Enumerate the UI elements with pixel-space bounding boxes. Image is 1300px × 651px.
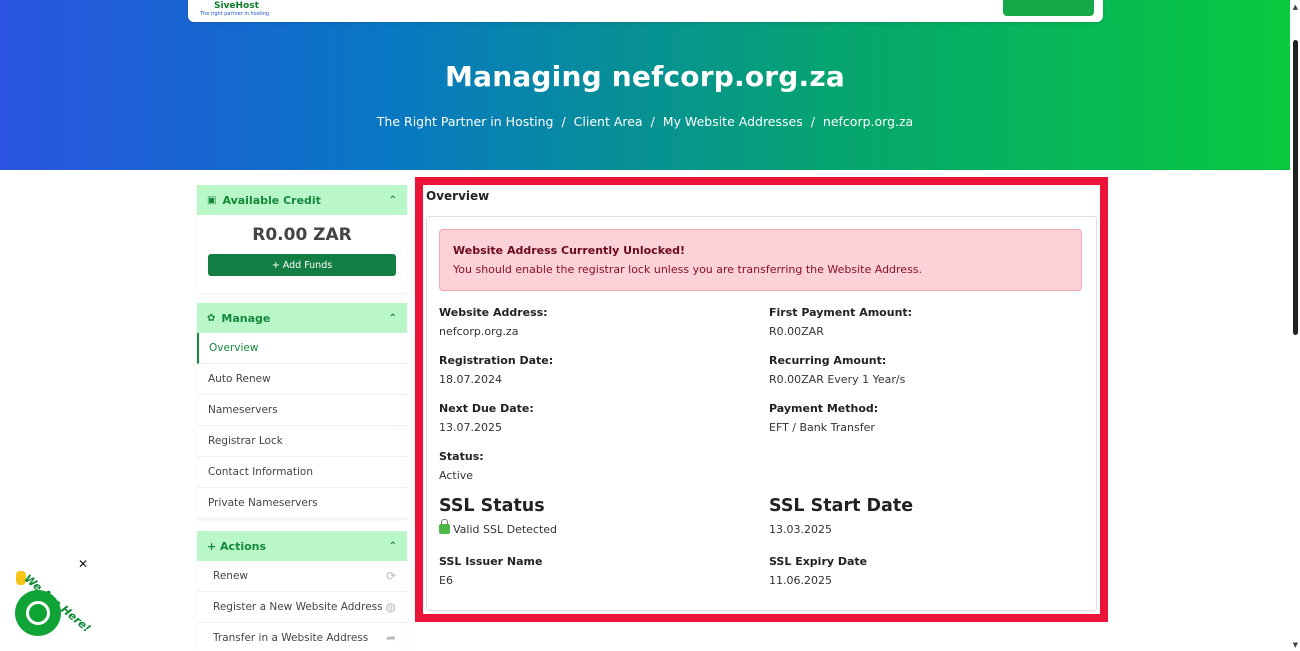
ssl-start-label: SSL Start Date — [769, 496, 914, 516]
ssl-status-label: SSL Status — [439, 496, 545, 516]
scroll-up-icon[interactable]: ▲ — [1293, 3, 1298, 11]
page-scrollbar[interactable]: ▲ ▼ — [1290, 0, 1300, 651]
breadcrumb-website-addresses[interactable]: My Website Addresses — [663, 114, 803, 129]
overview-card: Website Address Currently Unlocked! You … — [426, 216, 1097, 611]
chat-button[interactable] — [15, 590, 61, 636]
status-field: Status: Active — [439, 450, 484, 482]
sidebar-item-registrar-lock[interactable]: Registrar Lock — [197, 426, 407, 457]
field-label: Website Address: — [439, 306, 548, 319]
field-label: Recurring Amount: — [769, 354, 887, 367]
manage-panel-header[interactable]: ✿ Manage ⌃ — [197, 303, 407, 333]
ssl-status-value: Valid SSL Detected — [439, 519, 558, 536]
registration-date-field: Registration Date: 18.07.2024 — [439, 354, 553, 386]
ssl-start-value: 13.03.2025 — [769, 523, 832, 536]
first-payment-field: First Payment Amount: R0.00ZAR — [769, 306, 912, 338]
add-funds-button[interactable]: + Add Funds — [208, 254, 396, 276]
field-value: nefcorp.org.za — [439, 325, 519, 338]
sidebar-item-transfer-in[interactable]: Transfer in a Website Address ➦ — [197, 623, 407, 651]
ssl-expiry-label: SSL Expiry Date — [769, 555, 868, 568]
field-label: Registration Date: — [439, 354, 554, 367]
chat-bubble-icon — [26, 601, 50, 625]
manage-panel-title: Manage — [221, 311, 271, 325]
breadcrumb-home[interactable]: The Right Partner in Hosting — [377, 114, 554, 129]
field-value: R0.00ZAR Every 1 Year/s — [769, 373, 906, 386]
money-icon: ▣ — [207, 194, 217, 206]
ssl-issuer-label: SSL Issuer Name — [439, 555, 543, 568]
field-value: 18.07.2024 — [439, 373, 502, 386]
breadcrumb-separator: / — [810, 114, 815, 129]
scroll-down-icon[interactable]: ▼ — [1293, 641, 1298, 649]
payment-method-field: Payment Method: EFT / Bank Transfer — [769, 402, 878, 434]
breadcrumb-client-area[interactable]: Client Area — [574, 114, 643, 129]
recurring-amount-field: Recurring Amount: R0.00ZAR Every 1 Year/… — [769, 354, 905, 386]
sidebar-item-label: Transfer in a Website Address — [213, 632, 369, 644]
field-label: First Payment Amount: — [769, 306, 913, 319]
chat-close-icon[interactable]: ✕ — [78, 557, 88, 571]
breadcrumb-separator: / — [561, 114, 566, 129]
credit-panel-header[interactable]: ▣ Available Credit ⌃ — [197, 185, 407, 215]
ssl-status-text: Valid SSL Detected — [453, 523, 558, 536]
globe-icon: ◍ — [385, 600, 396, 614]
top-navbar: SiveHost The right partner in hosting — [188, 0, 1103, 22]
logo-tagline: The right partner in hosting — [200, 11, 270, 17]
chevron-up-icon[interactable]: ⌃ — [389, 313, 397, 324]
field-value: R0.00ZAR — [769, 325, 824, 338]
credit-panel: ▣ Available Credit ⌃ R0.00 ZAR + Add Fun… — [197, 185, 407, 293]
field-label: Next Due Date: — [439, 402, 534, 415]
actions-panel: + Actions ⌃ Renew ⟳ Register a New Websi… — [197, 531, 407, 651]
lock-icon — [439, 519, 450, 534]
status-badge: Active — [439, 469, 474, 482]
actions-panel-header[interactable]: + Actions ⌃ — [197, 531, 407, 561]
breadcrumb: The Right Partner in Hosting / Client Ar… — [0, 114, 1290, 129]
next-due-date-field: Next Due Date: 13.07.2025 — [439, 402, 534, 434]
credit-amount: R0.00 ZAR — [252, 225, 352, 245]
unlocked-alert: Website Address Currently Unlocked! You … — [439, 229, 1082, 291]
overview-panel: Overview Website Address Currently Unloc… — [415, 177, 1108, 622]
share-arrow-icon: ➦ — [385, 631, 396, 645]
sidebar-item-label: Register a New Website Address — [213, 601, 383, 613]
sidebar-item-auto-renew[interactable]: Auto Renew — [197, 364, 407, 395]
ssl-expiry-field: SSL Expiry Date 11.06.2025 — [769, 555, 867, 587]
website-address-field: Website Address: nefcorp.org.za — [439, 306, 548, 338]
scroll-thumb[interactable] — [1293, 40, 1298, 335]
field-value: 13.07.2025 — [439, 421, 502, 434]
actions-panel-title: + Actions — [207, 539, 267, 553]
sidebar-item-renew[interactable]: Renew ⟳ — [197, 561, 407, 592]
credit-panel-title: Available Credit — [222, 193, 321, 207]
ssl-expiry-value: 11.06.2025 — [769, 574, 832, 587]
field-value: EFT / Bank Transfer — [769, 421, 875, 434]
logo-name: SiveHost — [214, 1, 259, 11]
page-title: Managing nefcorp.org.za — [445, 60, 845, 93]
ssl-issuer-field: SSL Issuer Name E6 — [439, 555, 542, 587]
ssl-status-field: SSL Status Valid SSL Detected — [439, 496, 557, 536]
chevron-up-icon[interactable]: ⌃ — [389, 541, 397, 552]
refresh-icon: ⟳ — [385, 569, 396, 583]
sidebar-item-private-nameservers[interactable]: Private Nameservers — [197, 488, 407, 519]
sidebar-item-register-new[interactable]: Register a New Website Address ◍ — [197, 592, 407, 623]
breadcrumb-separator: / — [650, 114, 655, 129]
field-label: Status: — [439, 450, 484, 463]
sidebar-item-contact-information[interactable]: Contact Information — [197, 457, 407, 488]
alert-title: Website Address Currently Unlocked! — [453, 244, 686, 257]
manage-panel: ✿ Manage ⌃ Overview Auto Renew Nameserve… — [197, 303, 407, 519]
gear-icon: ✿ — [207, 312, 216, 324]
section-title: Overview — [426, 189, 490, 203]
sidebar-item-label: Renew — [213, 570, 248, 582]
ssl-issuer-value: E6 — [439, 574, 453, 587]
ssl-start-date-field: SSL Start Date 13.03.2025 — [769, 496, 913, 536]
field-label: Payment Method: — [769, 402, 879, 415]
chevron-up-icon[interactable]: ⌃ — [389, 195, 397, 206]
breadcrumb-current: nefcorp.org.za — [822, 114, 914, 129]
alert-text: You should enable the registrar lock unl… — [453, 263, 923, 276]
sidebar-item-nameservers[interactable]: Nameservers — [197, 395, 407, 426]
sidebar-item-overview[interactable]: Overview — [197, 333, 407, 364]
navbar-action-button[interactable] — [1003, 0, 1094, 16]
